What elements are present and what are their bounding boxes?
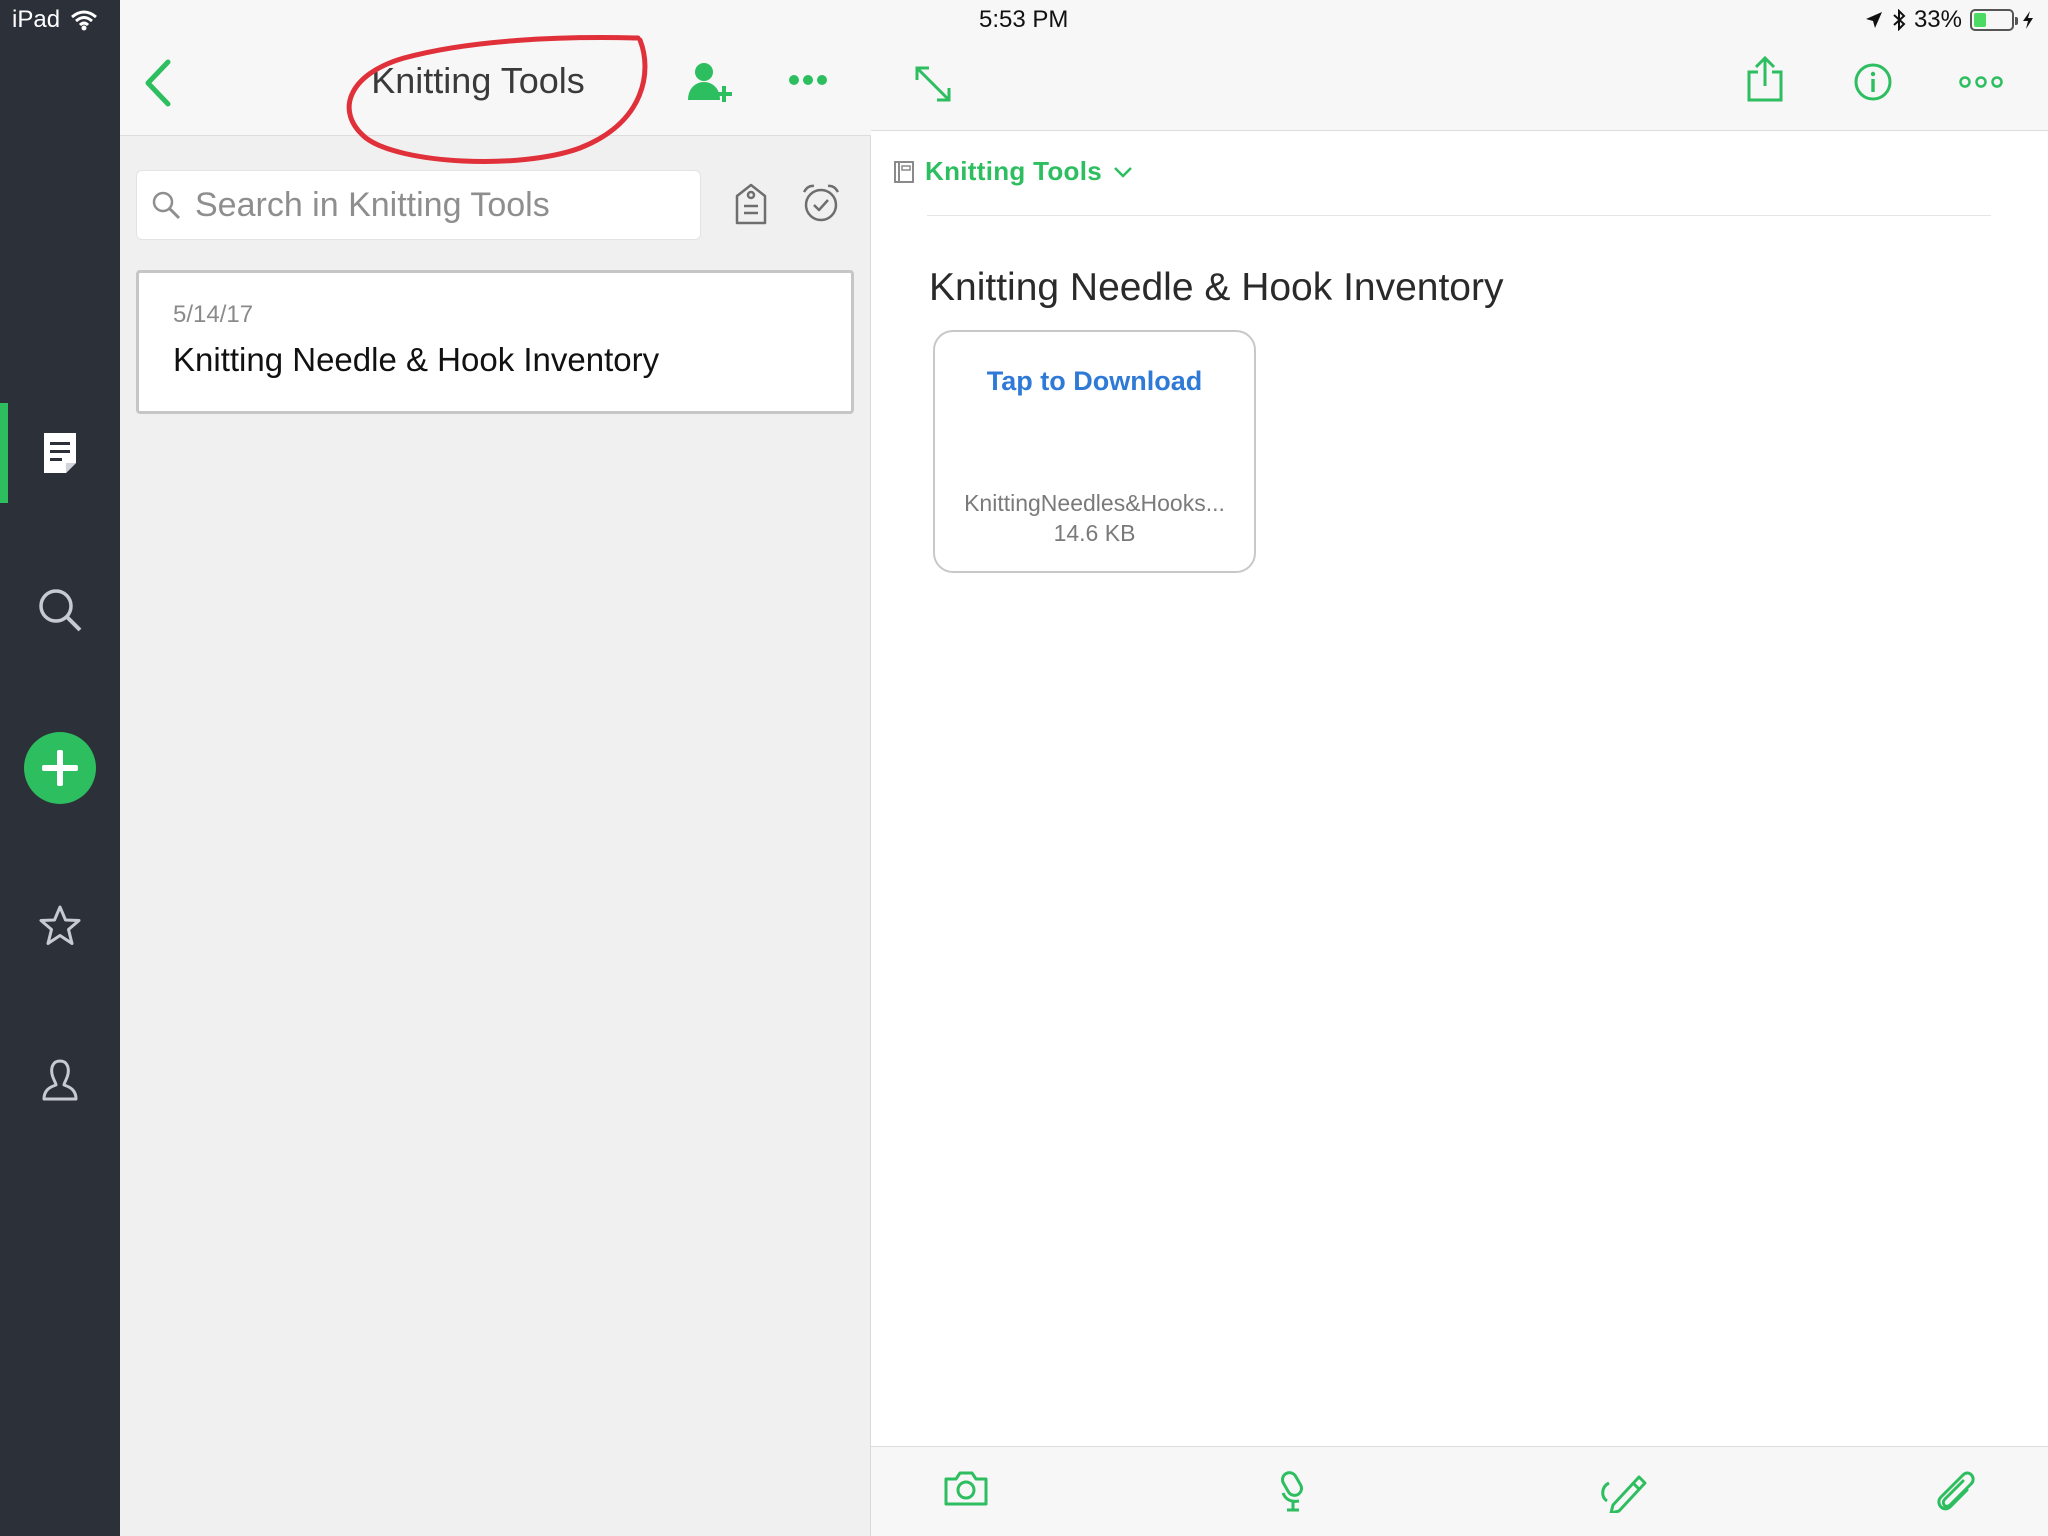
more-dots-icon [789,75,827,85]
status-time: 5:53 PM [979,6,1069,33]
download-link[interactable]: Tap to Download [935,366,1254,397]
battery-fill [1974,13,1986,27]
chevron-left-icon [145,59,171,107]
note-more-button[interactable] [1959,76,2003,88]
charging-bolt-icon [2023,11,2033,29]
tag-filter-button[interactable] [734,182,768,226]
note-icon [44,433,76,473]
alarm-clock-icon [802,184,840,222]
notebook-header: Knitting Tools [120,0,871,164]
notebook-pane: Knitting Tools Search in Knitting Tools … [120,0,871,1536]
sidebar-item-notes[interactable] [0,403,120,503]
expand-icon [915,66,951,102]
sidebar: iPad [0,0,120,1536]
attachment-size: 14.6 KB [1053,520,1136,546]
notebook-more-button[interactable] [788,74,828,86]
note-date: 5/14/17 [173,301,254,328]
search-box [136,170,701,240]
share-icon [1747,56,1783,102]
sidebar-item-search[interactable] [0,560,120,660]
more-dots-icon [1959,76,2003,88]
divider [927,215,1991,216]
info-icon [1854,63,1892,101]
note-title[interactable]: Knitting Needle & Hook Inventory [929,266,1504,310]
note-list-item[interactable]: 5/14/17 Knitting Needle & Hook Inventory [136,270,854,414]
note-toolbar: 5:53 PM 33% [871,0,2048,131]
device-label: iPad [12,6,61,33]
red-circle-annotation [346,35,648,164]
wifi-icon [71,10,98,31]
search-input[interactable] [195,185,675,225]
notebook-icon [894,160,914,183]
audio-button[interactable] [1277,1469,1313,1513]
notebook-selector-label: Knitting Tools [925,156,1103,186]
plus-icon [42,750,78,786]
note-info-button[interactable] [1853,62,1893,102]
active-indicator [0,403,8,503]
back-button[interactable] [140,58,176,108]
search-icon [152,191,181,220]
note-list-title: Knitting Needle & Hook Inventory [173,341,660,378]
bluetooth-icon [1893,9,1906,31]
star-icon [39,905,81,945]
note-view: 5:53 PM 33% Knitting Tools Knitting Need… [871,0,2048,1536]
camera-icon [944,1471,988,1506]
location-arrow-icon [1865,12,1882,28]
person-icon [42,1059,78,1101]
attachment-card[interactable]: Tap to Download KnittingNeedles&Hooks...… [933,330,1256,573]
attach-button[interactable] [1933,1469,1977,1513]
battery-percent: 33% [1913,6,1962,33]
tag-icon [735,183,767,225]
expand-button[interactable] [911,62,955,106]
attachment-filename: KnittingNeedles&Hooks... [964,490,1225,516]
search-icon [39,589,82,632]
status-bar-right: 33% [1864,6,2034,34]
sidebar-item-account[interactable] [0,1030,120,1130]
status-bar-left: iPad [12,6,98,34]
sketch-button[interactable] [1599,1469,1649,1513]
notebook-selector[interactable]: Knitting Tools [893,156,1134,187]
share-button[interactable] [1745,56,1785,102]
battery-icon [1970,9,2018,31]
share-notebook-button[interactable] [686,60,734,104]
note-bottom-toolbar [871,1446,2048,1536]
add-person-icon [688,63,732,102]
chevron-down-icon [1114,166,1132,178]
pen-sketch-icon [1601,1475,1647,1513]
reminder-filter-button[interactable] [800,182,842,224]
new-note-button[interactable] [24,732,96,804]
sidebar-item-shortcuts[interactable] [0,876,120,976]
paperclip-icon [1937,1471,1975,1511]
microphone-icon [1281,1471,1303,1512]
camera-button[interactable] [943,1469,989,1507]
